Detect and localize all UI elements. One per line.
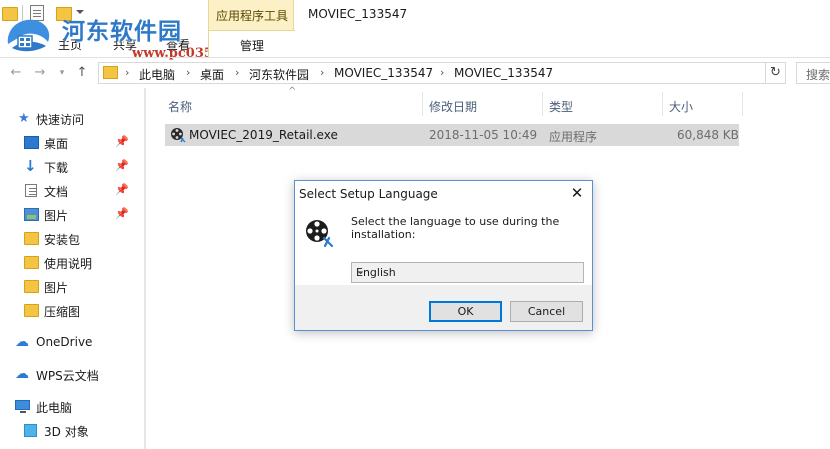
column-header-name[interactable]: 名称: [168, 98, 192, 115]
sidebar-item-label: 桌面: [44, 137, 69, 151]
folder-icon: [24, 232, 39, 245]
sidebar-item-label: 下载: [44, 161, 69, 175]
breadcrumb-moviec-parent[interactable]: MOVIEC_133547: [334, 66, 433, 80]
navigation-bar: ← → ▾ ↑ › 此电脑 › 桌面 › 河东软件园 › MOVIEC_1335…: [0, 58, 830, 88]
file-size: 60,848 KB: [677, 128, 739, 142]
column-divider[interactable]: [662, 92, 663, 116]
chevron-down-icon: ⌄: [356, 264, 366, 277]
document-icon: [25, 184, 37, 197]
3d-objects-icon: [24, 424, 37, 437]
dialog-footer: OK Cancel: [295, 285, 592, 330]
column-divider[interactable]: [542, 92, 543, 116]
cloud-icon: ☁: [15, 334, 29, 350]
column-header-type[interactable]: 类型: [549, 98, 573, 115]
refresh-icon[interactable]: ↻: [766, 62, 786, 84]
tab-manage[interactable]: 管理: [209, 30, 295, 57]
dialog-title: Select Setup Language: [299, 187, 438, 201]
star-icon: ★: [18, 111, 30, 126]
breadcrumb-desktop[interactable]: 桌面: [200, 66, 224, 83]
wps-cloud-icon: ☁: [15, 366, 29, 382]
sidebar-item-onedrive[interactable]: ☁ OneDrive: [0, 332, 140, 354]
column-divider[interactable]: [422, 92, 423, 116]
download-icon: ↓: [24, 157, 37, 175]
folder-icon: [24, 304, 39, 317]
back-arrow-icon[interactable]: ←: [8, 66, 24, 80]
sidebar-item-label: 图片: [44, 281, 69, 295]
address-folder-icon: [103, 66, 118, 79]
ok-button[interactable]: OK: [429, 301, 502, 322]
contextual-tab-app-tools[interactable]: 应用程序工具 管理: [208, 0, 295, 57]
film-reel-setup-icon: [306, 220, 334, 248]
column-header-modified[interactable]: 修改日期: [429, 98, 477, 115]
forward-arrow-icon[interactable]: →: [32, 66, 48, 80]
navigation-pane-scrollbar[interactable]: [144, 88, 146, 449]
sidebar-item-label: 使用说明: [44, 257, 93, 271]
pin-icon: 📌: [115, 207, 129, 220]
breadcrumb-this-pc[interactable]: 此电脑: [139, 66, 175, 83]
address-bar[interactable]: › 此电脑 › 桌面 › 河东软件园 › MOVIEC_133547 › MOV…: [98, 62, 766, 84]
sidebar-item-label: OneDrive: [36, 335, 93, 349]
sort-ascending-chevron-icon: ^: [288, 86, 297, 97]
sidebar-item-pictures[interactable]: 图片 📌: [0, 204, 140, 226]
close-icon[interactable]: ✕: [562, 181, 592, 207]
breadcrumb-separator-icon[interactable]: ›: [440, 66, 444, 79]
up-arrow-icon[interactable]: ↑: [74, 66, 90, 80]
desktop-icon: [24, 136, 39, 149]
file-name: MOVIEC_2019_Retail.exe: [189, 128, 338, 142]
sidebar-item-installers[interactable]: 安装包: [0, 228, 140, 250]
breadcrumb-moviec-current[interactable]: MOVIEC_133547: [454, 66, 553, 80]
column-header-size[interactable]: 大小: [669, 98, 693, 115]
sidebar-item-downloads[interactable]: ↓ 下载 📌: [0, 156, 140, 178]
sidebar-item-compressed[interactable]: 压缩图: [0, 300, 140, 322]
watermark-logo-icon: [7, 19, 50, 52]
dialog-message: Select the language to use during the in…: [351, 215, 560, 241]
file-list-header: ^ 名称 修改日期 类型 大小: [164, 86, 744, 116]
sidebar-item-images-folder[interactable]: 图片: [0, 276, 140, 298]
breadcrumb-separator-icon[interactable]: ›: [320, 66, 324, 79]
language-select[interactable]: English ⌄: [351, 262, 584, 283]
pin-icon: 📌: [115, 183, 129, 196]
search-input[interactable]: 搜索: [796, 62, 830, 84]
sidebar-item-documents[interactable]: 文档 📌: [0, 180, 140, 202]
sidebar-item-label: 此电脑: [36, 401, 73, 415]
breadcrumb-hedong[interactable]: 河东软件园: [249, 66, 309, 83]
sidebar-item-3d-objects[interactable]: 3D 对象: [0, 420, 140, 442]
breadcrumb-separator-icon[interactable]: ›: [125, 66, 129, 79]
sidebar-item-label: 文档: [44, 185, 69, 199]
navigation-pane: ★ 快速访问 桌面 📌 ↓ 下载 📌 文档 📌 图片 📌 安装包 使用说明 图片…: [0, 88, 146, 449]
contextual-tab-title: 应用程序工具: [215, 9, 288, 23]
window-title: MOVIEC_133547: [308, 7, 408, 21]
sidebar-item-label: 安装包: [44, 233, 81, 247]
breadcrumb-separator-icon[interactable]: ›: [235, 66, 239, 79]
sidebar-item-instructions[interactable]: 使用说明: [0, 252, 140, 274]
select-language-dialog: Select Setup Language ✕ Select the langu…: [294, 180, 593, 331]
film-reel-app-icon: [171, 128, 186, 143]
pin-icon: 📌: [115, 135, 129, 148]
sidebar-item-wps-cloud[interactable]: ☁ WPS云文档: [0, 364, 140, 386]
file-modified: 2018-11-05 10:49: [429, 128, 538, 142]
sidebar-item-this-pc[interactable]: 此电脑: [0, 396, 140, 418]
file-type: 应用程序: [549, 130, 598, 144]
pin-icon: 📌: [115, 159, 129, 172]
breadcrumb-separator-icon[interactable]: ›: [186, 66, 190, 79]
sidebar-item-label: 压缩图: [44, 305, 81, 319]
search-placeholder: 搜索: [806, 68, 830, 82]
sidebar-item-desktop[interactable]: 桌面 📌: [0, 132, 140, 154]
cancel-button[interactable]: Cancel: [510, 301, 583, 322]
watermark-text: 河东软件园: [62, 18, 182, 45]
sidebar-item-label: 图片: [44, 209, 69, 223]
sidebar-item-quick-access[interactable]: ★ 快速访问: [0, 108, 140, 130]
folder-icon: [24, 280, 39, 293]
sidebar-item-label: 快速访问: [36, 113, 85, 127]
sidebar-item-label: WPS云文档: [36, 369, 99, 383]
table-row[interactable]: MOVIEC_2019_Retail.exe 2018-11-05 10:49 …: [165, 124, 739, 146]
dialog-body: Select the language to use during the in…: [295, 207, 592, 285]
column-divider[interactable]: [742, 92, 743, 116]
recent-locations-chevron-icon[interactable]: ▾: [54, 66, 70, 80]
folder-icon: [24, 256, 39, 269]
sidebar-item-label: 3D 对象: [44, 425, 89, 439]
computer-icon: [15, 400, 30, 413]
pictures-icon: [24, 208, 39, 221]
